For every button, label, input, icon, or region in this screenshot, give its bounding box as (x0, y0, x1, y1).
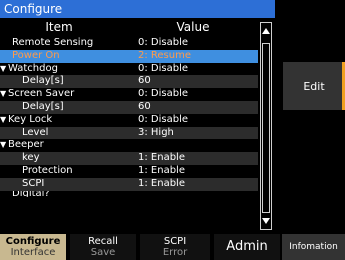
softkey-sublabel: Save (90, 247, 116, 258)
row-value: 0: Disable (138, 62, 189, 74)
row-value: 60 (138, 100, 151, 112)
softkey-label: Recall (88, 236, 118, 247)
row-item: Watchdog (8, 62, 58, 74)
row-value: 3: High (138, 126, 174, 138)
row-item: Remote Sensing (12, 37, 94, 48)
row-item: key (22, 152, 40, 164)
scroll-down-icon[interactable] (261, 215, 271, 227)
softkey-sublabel: Interface (10, 247, 56, 258)
row-item: Key Lock (8, 113, 53, 125)
recall-save-softkey[interactable]: Recall Save (70, 234, 136, 260)
configure-softkey[interactable]: Configure Interface (0, 234, 66, 260)
header-value: Value (176, 20, 210, 34)
row-item: Delay[s] (22, 100, 64, 112)
window-title: Configure (0, 0, 275, 18)
row-value: 1: Enable (138, 152, 185, 164)
table-row[interactable]: ▼ Screen Saver 0: Disable (0, 88, 258, 101)
row-item: Beeper (8, 139, 44, 151)
softkey-bar: Configure Interface Recall Save SCPI Err… (0, 234, 345, 260)
admin-softkey[interactable]: Admin (214, 234, 280, 260)
row-value: 60 (138, 75, 151, 87)
header-item: Item (45, 20, 73, 34)
table-row[interactable]: key 1: Enable (0, 152, 258, 165)
table-row[interactable]: Level 3: High (0, 126, 258, 140)
table-row[interactable]: SCPI 1: Enable (0, 177, 258, 191)
row-value: 0: Disable (138, 113, 189, 125)
row-item: Level (22, 126, 49, 138)
row-value: 1: Enable (138, 164, 185, 176)
expand-arrow-icon[interactable]: ▼ (0, 63, 8, 76)
edit-button[interactable]: Edit (283, 62, 345, 110)
table-row[interactable]: Delay[s] 60 (0, 100, 258, 114)
table-row[interactable]: ▼ Key Lock 0: Disable (0, 114, 258, 127)
row-item: Digital? (12, 190, 50, 197)
row-value: 2: Resume (138, 49, 192, 61)
table-row[interactable]: ▼ Beeper (0, 139, 258, 152)
softkey-label: SCPI (163, 236, 187, 247)
table-row[interactable]: Protection 1: Enable (0, 165, 258, 178)
scroll-up-icon[interactable] (261, 25, 271, 37)
row-value: 1: Enable (138, 177, 185, 189)
softkey-sublabel: Error (162, 247, 188, 258)
config-table: Remote Sensing 0: Disable Power On 2: Re… (0, 37, 258, 199)
row-item: Screen Saver (8, 88, 75, 100)
scpi-error-softkey[interactable]: SCPI Error (140, 234, 210, 260)
row-value: 0: Disable (138, 37, 189, 48)
table-row[interactable]: Remote Sensing 0: Disable (0, 37, 258, 50)
information-softkey[interactable]: Infomation (282, 234, 345, 260)
scrollbar[interactable] (260, 22, 272, 230)
row-item: Delay[s] (22, 75, 64, 87)
scroll-thumb[interactable] (262, 43, 270, 213)
table-row[interactable]: Delay[s] 60 (0, 75, 258, 89)
row-value: 0: Disable (138, 88, 189, 100)
table-row-selected[interactable]: Power On 2: Resume (0, 49, 258, 63)
expand-arrow-icon[interactable]: ▼ (0, 88, 8, 101)
table-header: Item Value (0, 18, 258, 36)
table-row[interactable]: ▼ Watchdog 0: Disable (0, 63, 258, 76)
row-item: SCPI (22, 177, 45, 189)
expand-arrow-icon[interactable]: ▼ (0, 139, 8, 152)
row-item: Power On (12, 49, 60, 61)
table-row[interactable]: Digital? (0, 191, 258, 199)
softkey-label: Configure (5, 236, 61, 247)
expand-arrow-icon[interactable]: ▼ (0, 114, 8, 127)
row-item: Protection (22, 164, 73, 176)
